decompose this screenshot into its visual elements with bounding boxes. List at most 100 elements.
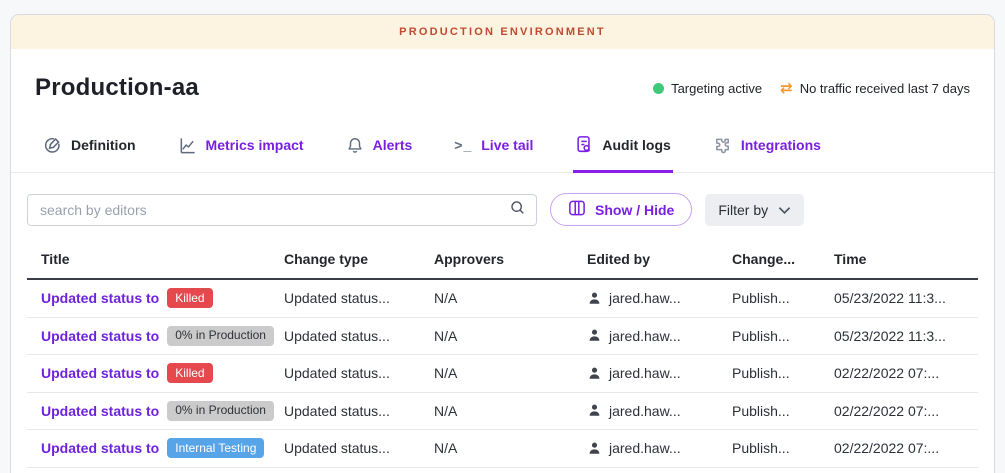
person-icon (587, 291, 602, 306)
tab-label: Live tail (481, 137, 533, 153)
terminal-icon: >_ (454, 137, 472, 153)
time-cell: 02/22/2022 07:... (834, 440, 978, 456)
tab-label: Metrics impact (206, 137, 304, 153)
row-title-link[interactable]: Updated status to (41, 440, 159, 456)
approvers-cell: N/A (434, 403, 587, 419)
traffic-status-label: No traffic received last 7 days (800, 81, 970, 96)
edited-by-cell: jared.haw... (587, 365, 732, 381)
toolbar: Show / Hide Filter by (11, 173, 994, 239)
columns-icon (568, 200, 586, 219)
time-cell: 05/23/2022 11:3... (834, 290, 978, 306)
swap-arrows-icon: ⇄ (780, 81, 793, 96)
definition-icon (43, 136, 62, 155)
edited-by-cell: jared.haw... (587, 290, 732, 306)
edited-by-text: jared.haw... (609, 290, 681, 306)
table-header: Title Change type Approvers Edited by Ch… (27, 241, 978, 280)
edited-by-text: jared.haw... (609, 328, 681, 344)
column-header-change-type: Change type (284, 251, 434, 267)
change-type-cell: Updated status... (284, 403, 434, 419)
change-cell: Publish... (732, 440, 834, 456)
tab-metrics-impact[interactable]: Metrics impact (176, 122, 306, 173)
person-icon (587, 328, 602, 343)
filter-by-button[interactable]: Filter by (705, 194, 804, 226)
approvers-cell: N/A (434, 328, 587, 344)
page-header: Production-aa Targeting active ⇄ No traf… (11, 49, 994, 114)
banner-label: PRODUCTION ENVIRONMENT (399, 26, 606, 38)
audit-log-icon (575, 135, 593, 155)
chevron-down-icon (778, 202, 791, 218)
edited-by-text: jared.haw... (609, 440, 681, 456)
change-cell: Publish... (732, 328, 834, 344)
search-input[interactable] (40, 202, 509, 218)
targeting-status-label: Targeting active (671, 81, 762, 96)
change-cell: Publish... (732, 403, 834, 419)
row-title-link[interactable]: Updated status to (41, 290, 159, 306)
time-cell: 05/23/2022 11:3... (834, 328, 978, 344)
column-header-approvers: Approvers (434, 251, 587, 267)
person-icon (587, 441, 602, 456)
show-hide-button[interactable]: Show / Hide (550, 193, 692, 226)
status-badge: Killed (167, 363, 212, 383)
status-indicators: Targeting active ⇄ No traffic received l… (653, 81, 970, 96)
table-row: Updated status to Killed Updated status.… (27, 280, 978, 318)
environment-card: PRODUCTION ENVIRONMENT Production-aa Tar… (10, 14, 995, 473)
status-badge: Killed (167, 288, 212, 308)
tab-bar: Definition Metrics impact Alerts >_ Li (11, 122, 994, 173)
edited-by-cell: jared.haw... (587, 328, 732, 344)
targeting-status: Targeting active (653, 81, 762, 96)
table-row: Updated status to Killed Updated status.… (27, 355, 978, 393)
tab-audit-logs[interactable]: Audit logs (573, 122, 672, 173)
row-title-link[interactable]: Updated status to (41, 328, 159, 344)
table-row: Updated status to 0% in Production Updat… (27, 393, 978, 431)
green-dot-icon (653, 83, 664, 94)
status-badge: Internal Testing (167, 438, 264, 458)
page-title: Production-aa (35, 74, 199, 102)
search-icon (509, 199, 526, 221)
edited-by-text: jared.haw... (609, 403, 681, 419)
column-header-edited-by: Edited by (587, 251, 732, 267)
column-header-change: Change... (732, 251, 834, 267)
traffic-status: ⇄ No traffic received last 7 days (780, 81, 970, 96)
tab-definition[interactable]: Definition (41, 122, 138, 173)
change-type-cell: Updated status... (284, 365, 434, 381)
filter-by-label: Filter by (718, 202, 768, 218)
time-cell: 02/22/2022 07:... (834, 403, 978, 419)
production-environment-banner: PRODUCTION ENVIRONMENT (11, 15, 994, 49)
search-box (27, 194, 537, 226)
tab-integrations[interactable]: Integrations (711, 122, 823, 173)
audit-logs-table: Title Change type Approvers Edited by Ch… (27, 241, 978, 468)
approvers-cell: N/A (434, 440, 587, 456)
change-cell: Publish... (732, 365, 834, 381)
person-icon (587, 403, 602, 418)
status-badge: 0% in Production (167, 401, 274, 421)
column-header-title: Title (27, 251, 284, 267)
approvers-cell: N/A (434, 365, 587, 381)
tab-label: Definition (71, 137, 136, 153)
metrics-icon (178, 136, 197, 155)
table-body: Updated status to Killed Updated status.… (27, 280, 978, 468)
tab-label: Integrations (741, 137, 821, 153)
tab-live-tail[interactable]: >_ Live tail (452, 122, 535, 173)
show-hide-label: Show / Hide (595, 202, 674, 218)
tab-alerts[interactable]: Alerts (344, 122, 415, 173)
tab-label: Alerts (373, 137, 413, 153)
edited-by-cell: jared.haw... (587, 440, 732, 456)
table-row: Updated status to Internal Testing Updat… (27, 430, 978, 468)
row-title-link[interactable]: Updated status to (41, 365, 159, 381)
column-header-time: Time (834, 251, 978, 267)
change-type-cell: Updated status... (284, 440, 434, 456)
change-type-cell: Updated status... (284, 290, 434, 306)
edited-by-cell: jared.haw... (587, 403, 732, 419)
puzzle-icon (713, 136, 732, 155)
edited-by-text: jared.haw... (609, 365, 681, 381)
change-type-cell: Updated status... (284, 328, 434, 344)
change-cell: Publish... (732, 290, 834, 306)
time-cell: 02/22/2022 07:... (834, 365, 978, 381)
status-badge: 0% in Production (167, 326, 274, 346)
approvers-cell: N/A (434, 290, 587, 306)
bell-icon (346, 136, 364, 155)
row-title-link[interactable]: Updated status to (41, 403, 159, 419)
table-row: Updated status to 0% in Production Updat… (27, 318, 978, 356)
person-icon (587, 366, 602, 381)
tab-label: Audit logs (602, 137, 670, 153)
